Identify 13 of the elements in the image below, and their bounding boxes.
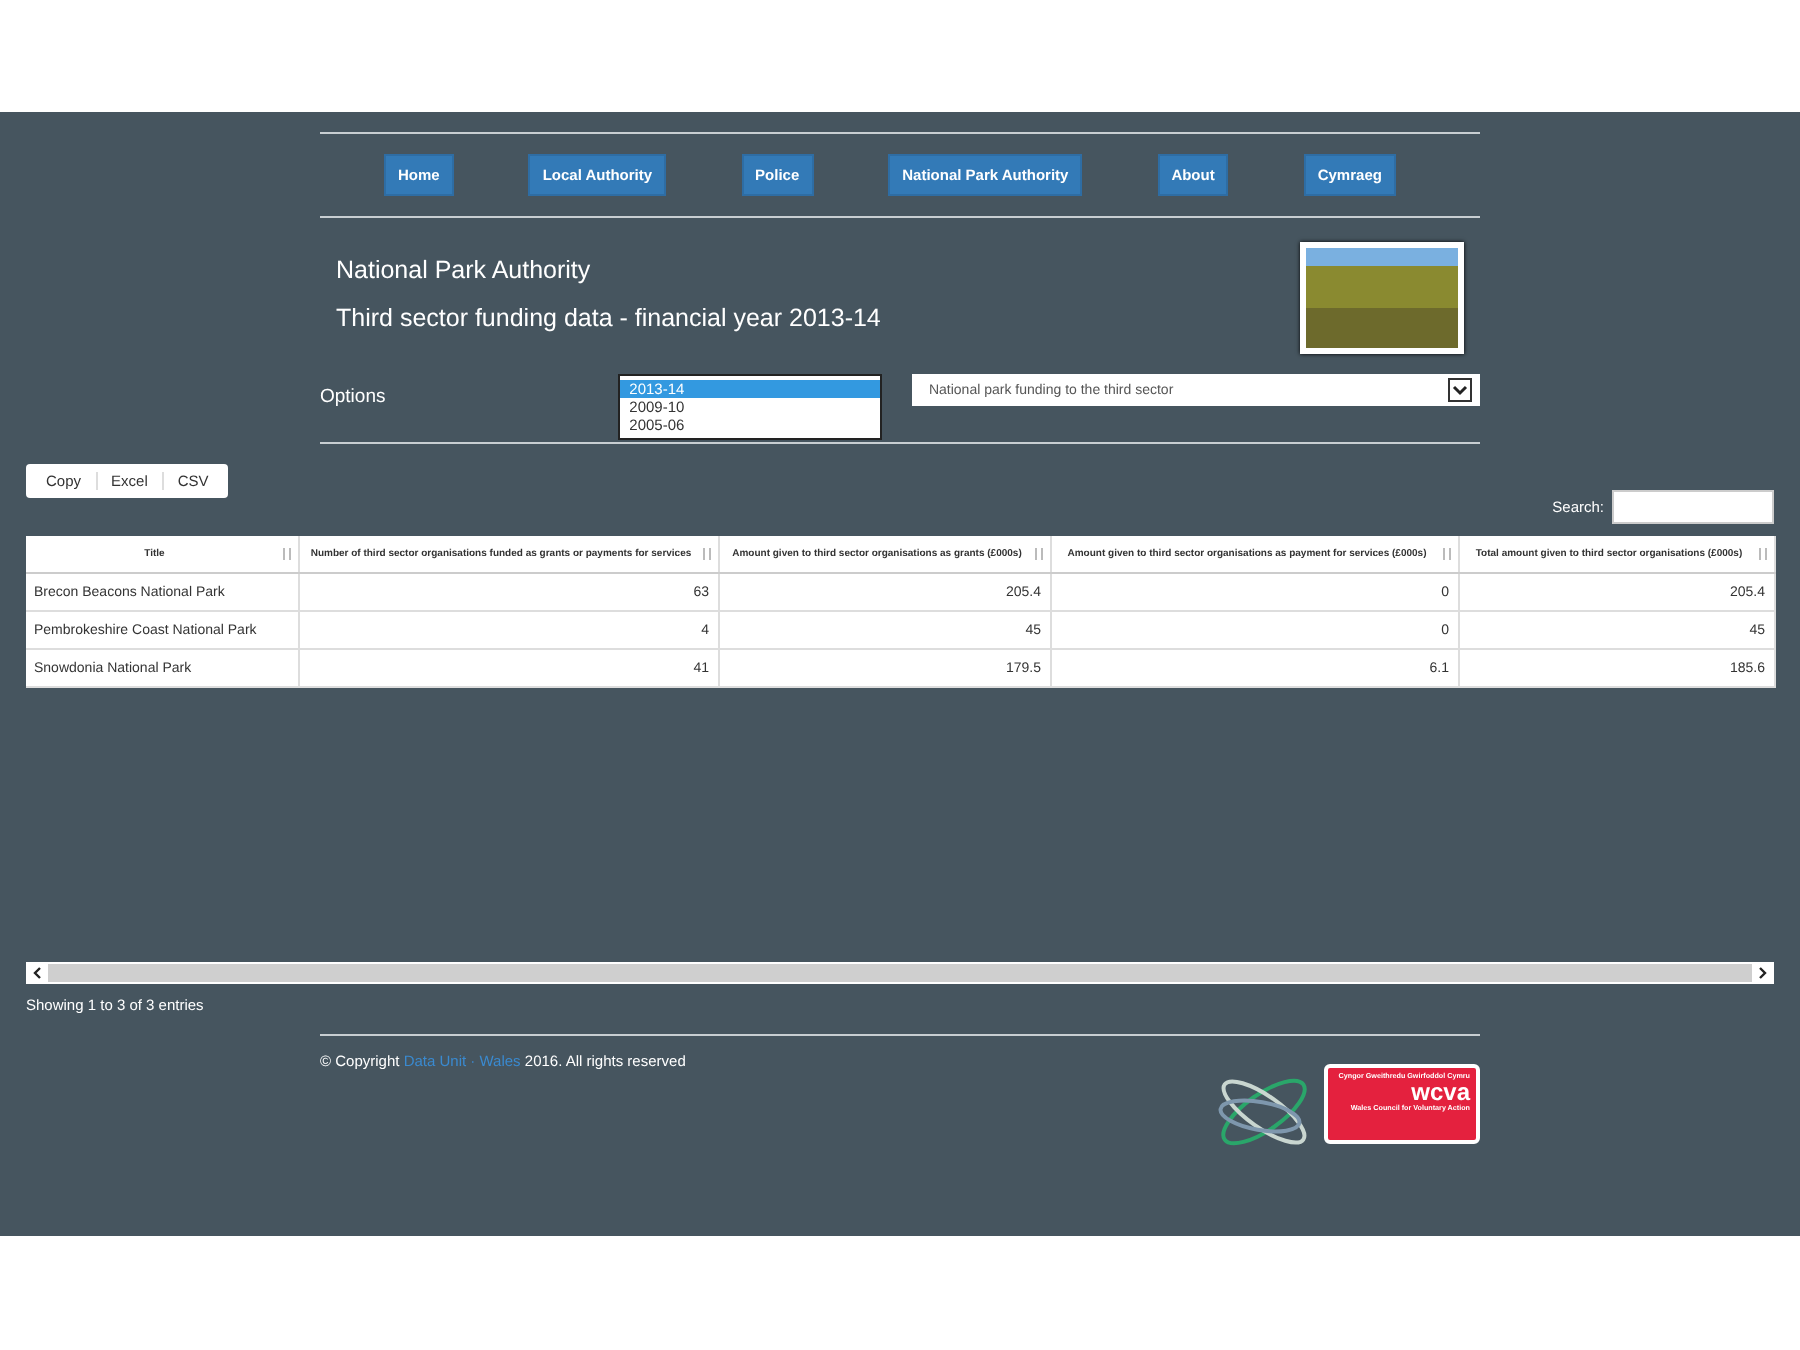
page-subtitle: Third sector funding data - financial year 2013-14 (336, 304, 881, 332)
sort-icon[interactable] (1757, 548, 1767, 560)
horizontal-scrollbar[interactable] (26, 962, 1774, 984)
sort-icon[interactable] (1441, 548, 1451, 560)
sort-icon[interactable] (281, 548, 291, 560)
search-field[interactable] (1612, 490, 1774, 524)
scroll-left-icon[interactable] (28, 964, 48, 982)
sort-icon[interactable] (701, 548, 711, 560)
scroll-right-icon[interactable] (1752, 964, 1772, 982)
sort-icon[interactable] (1033, 548, 1043, 560)
options-label: Options (320, 386, 388, 408)
page-title: National Park Authority (336, 256, 593, 284)
caret-icon (1448, 378, 1472, 402)
